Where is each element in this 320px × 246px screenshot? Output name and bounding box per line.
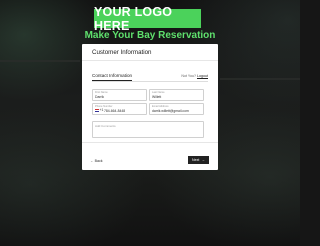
divider xyxy=(82,142,218,143)
page-title: Make Your Bay Reservation xyxy=(84,30,216,41)
next-button[interactable]: Next → xyxy=(188,156,209,164)
first-name-field[interactable]: First Name Darrik xyxy=(92,89,147,101)
last-name-field[interactable]: Last Name Willett xyxy=(149,89,204,101)
phone-country-selector[interactable]: +1 xyxy=(95,108,103,112)
phone-value: 784-664-8448 xyxy=(104,108,126,113)
logo-text: YOUR LOGO HERE xyxy=(94,4,173,33)
ceiling-beam xyxy=(0,60,80,62)
flag-icon xyxy=(95,109,99,112)
back-button[interactable]: ← Back xyxy=(90,159,103,163)
not-you-prompt: Not You? Logout xyxy=(181,74,208,78)
email-field[interactable]: Email Address darrik.willett@gmail.com xyxy=(149,103,204,115)
tab-active-indicator xyxy=(92,80,132,81)
next-label: Next xyxy=(192,158,200,162)
arrow-left-icon: ← xyxy=(90,159,94,163)
divider xyxy=(82,60,218,61)
phone-prefix: +1 xyxy=(99,108,104,113)
comments-textarea[interactable]: Add Comments xyxy=(92,121,204,138)
phone-field[interactable]: Phone Number +1 784-664-8448 xyxy=(92,103,147,115)
arrow-right-icon: → xyxy=(201,158,205,162)
tab-contact-information[interactable]: Contact Information xyxy=(92,73,132,78)
last-name-value: Willett xyxy=(152,94,162,99)
not-you-text: Not You? xyxy=(181,74,196,78)
email-value: darrik.willett@gmail.com xyxy=(152,108,189,113)
logo: YOUR LOGO HERE xyxy=(94,5,201,33)
logout-link[interactable]: Logout xyxy=(197,74,208,78)
comments-placeholder: Add Comments xyxy=(95,124,116,128)
back-label: Back xyxy=(94,159,103,163)
first-name-value: Darrik xyxy=(95,94,105,99)
card-title: Customer Information xyxy=(92,49,152,56)
reservation-card: Customer Information Contact Information… xyxy=(82,44,218,170)
ceiling-beam xyxy=(220,78,300,80)
